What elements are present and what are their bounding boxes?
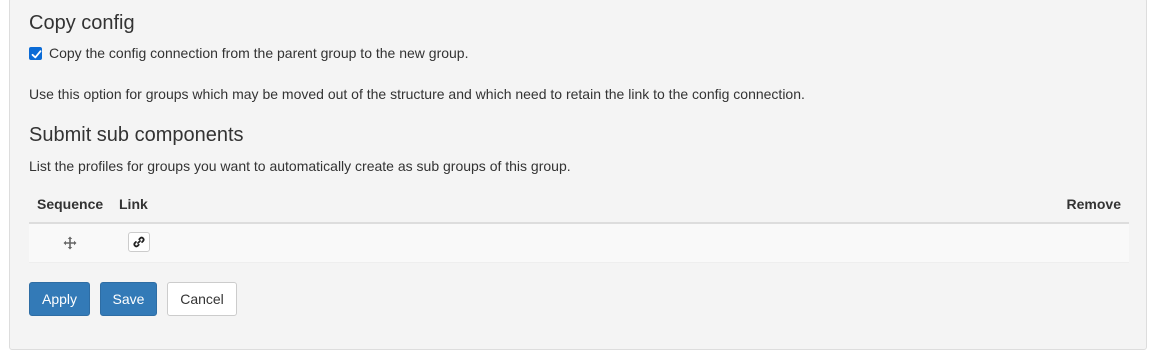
copy-config-checkbox[interactable] [29,46,42,60]
sub-components-table: Sequence Link Remove [29,186,1129,263]
copy-config-option[interactable]: Copy the config connection from the pare… [29,45,469,61]
copy-config-checkbox-label[interactable]: Copy the config connection from the pare… [49,45,469,61]
cancel-button[interactable]: Cancel [167,282,237,316]
column-header-sequence: Sequence [37,196,104,212]
table-row [29,224,1129,263]
sub-components-heading: Submit sub components [29,124,244,146]
copy-config-heading: Copy config [29,12,135,34]
move-icon[interactable] [63,236,77,250]
column-header-link: Link [119,196,148,212]
column-header-remove: Remove [1066,196,1121,212]
sub-components-help-text: List the profiles for groups you want to… [29,158,571,174]
link-button[interactable] [128,232,150,252]
link-icon [133,236,145,248]
apply-button[interactable]: Apply [29,282,90,316]
checkmark-icon [31,49,42,58]
copy-config-help-text: Use this option for groups which may be … [29,86,805,102]
table-header: Sequence Link Remove [29,186,1129,224]
save-button[interactable]: Save [100,282,157,316]
form-panel: Copy config Copy the config connection f… [9,0,1147,350]
